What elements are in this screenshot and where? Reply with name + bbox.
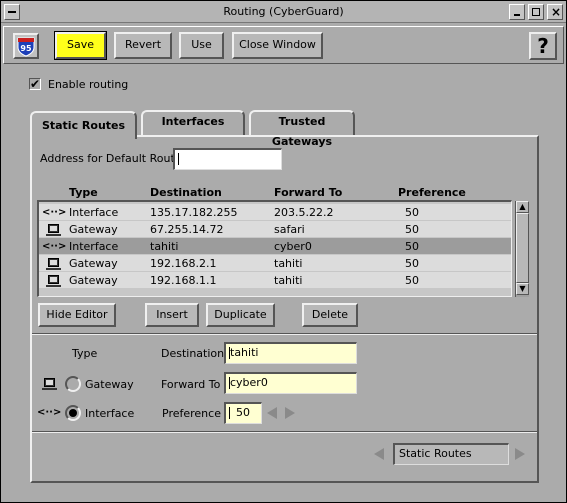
destination-input[interactable]: tahiti — [224, 342, 357, 364]
editor-forward-to-label: Forward To — [161, 378, 221, 391]
table-row[interactable]: <··> Interface 135.17.182.255 203.5.22.2… — [39, 204, 511, 221]
column-forward-to[interactable]: Forward To — [274, 186, 342, 199]
insert-button[interactable]: Insert — [145, 303, 199, 327]
column-type[interactable]: Type — [69, 186, 98, 199]
column-preference[interactable]: Preference — [398, 186, 466, 199]
default-route-label: Address for Default Route — [40, 152, 182, 165]
close-icon: × — [550, 5, 562, 19]
text-cursor-icon — [229, 377, 230, 389]
routing-window: Routing (CyberGuard) × 95 Save Revert Us… — [0, 0, 567, 503]
separator — [32, 431, 537, 433]
text-cursor-icon — [178, 153, 179, 165]
delete-button[interactable]: Delete — [302, 303, 358, 327]
minimize-icon — [514, 14, 520, 16]
gateway-icon — [42, 274, 62, 287]
interstate-shield-icon: 95 — [17, 37, 35, 57]
title-bar[interactable]: Routing (CyberGuard) × — [1, 1, 566, 23]
table-row-selected[interactable]: <··> Interface tahiti cyber0 50 — [39, 238, 511, 255]
editor-destination-label: Destination — [161, 347, 225, 360]
preference-input[interactable]: 50 — [224, 402, 262, 424]
text-cursor-icon — [229, 347, 230, 359]
tab-trusted-gateways[interactable]: Trusted Gateways — [249, 110, 355, 148]
gateway-radio-label: Gateway — [85, 378, 134, 391]
pager-previous-arrow-icon[interactable] — [374, 448, 384, 460]
gateway-icon — [38, 377, 58, 391]
editor-type-label: Type — [72, 347, 98, 360]
scroll-thumb[interactable] — [516, 213, 529, 283]
save-button[interactable]: Save — [54, 31, 107, 60]
close-window-titlebar-button[interactable]: × — [547, 4, 563, 20]
editor-preference-label: Preference — [162, 407, 221, 420]
help-button[interactable]: ? — [529, 32, 557, 60]
pager-select[interactable]: Static Routes — [393, 443, 509, 465]
enable-routing-label: Enable routing — [48, 78, 129, 91]
scroll-up-arrow-icon[interactable]: ▲ — [516, 201, 529, 213]
table-scrollbar[interactable]: ▲ ▼ — [515, 201, 529, 297]
window-title: Routing (CyberGuard) — [223, 5, 344, 18]
default-route-input[interactable] — [173, 148, 282, 170]
scroll-down-arrow-icon[interactable]: ▼ — [516, 283, 529, 295]
app-icon-button[interactable]: 95 — [13, 33, 39, 59]
interface-radio-label: Interface — [85, 407, 135, 420]
gateway-radio[interactable] — [65, 376, 81, 392]
gateway-icon — [42, 257, 62, 270]
hide-editor-button[interactable]: Hide Editor — [38, 303, 116, 327]
interface-radio[interactable] — [65, 405, 81, 421]
gateway-icon — [42, 223, 62, 236]
table-row[interactable]: Gateway 67.255.14.72 safari 50 — [39, 221, 511, 238]
table-row[interactable]: Gateway 192.168.2.1 tahiti 50 — [39, 255, 511, 272]
separator — [32, 333, 537, 335]
routes-table[interactable]: <··> Interface 135.17.182.255 203.5.22.2… — [37, 200, 512, 297]
toolbar: 95 Save Revert Use Close Window ? — [3, 26, 564, 64]
close-window-button[interactable]: Close Window — [232, 32, 323, 59]
use-button[interactable]: Use — [179, 32, 224, 59]
text-cursor-icon — [229, 407, 230, 419]
duplicate-button[interactable]: Duplicate — [206, 303, 275, 327]
tab-interfaces[interactable]: Interfaces — [141, 110, 245, 136]
revert-button[interactable]: Revert — [114, 32, 172, 59]
table-row[interactable]: Gateway 192.168.1.1 tahiti 50 — [39, 272, 511, 289]
tab-static-routes[interactable]: Static Routes — [30, 111, 137, 139]
preference-increment-arrow-icon[interactable] — [285, 407, 295, 419]
preference-decrement-arrow-icon[interactable] — [267, 407, 277, 419]
pager-next-arrow-icon[interactable] — [515, 448, 525, 460]
interface-icon: <··> — [42, 241, 67, 252]
maximize-button[interactable] — [528, 4, 544, 20]
maximize-icon — [532, 8, 540, 16]
enable-routing-checkbox[interactable]: ✔ — [29, 78, 41, 90]
minimize-button[interactable] — [509, 4, 525, 20]
interface-icon: <··> — [37, 407, 62, 418]
column-destination[interactable]: Destination — [150, 186, 222, 199]
svg-text:95: 95 — [20, 44, 32, 53]
forward-to-input[interactable]: cyber0 — [224, 372, 357, 394]
interface-icon: <··> — [42, 207, 67, 218]
